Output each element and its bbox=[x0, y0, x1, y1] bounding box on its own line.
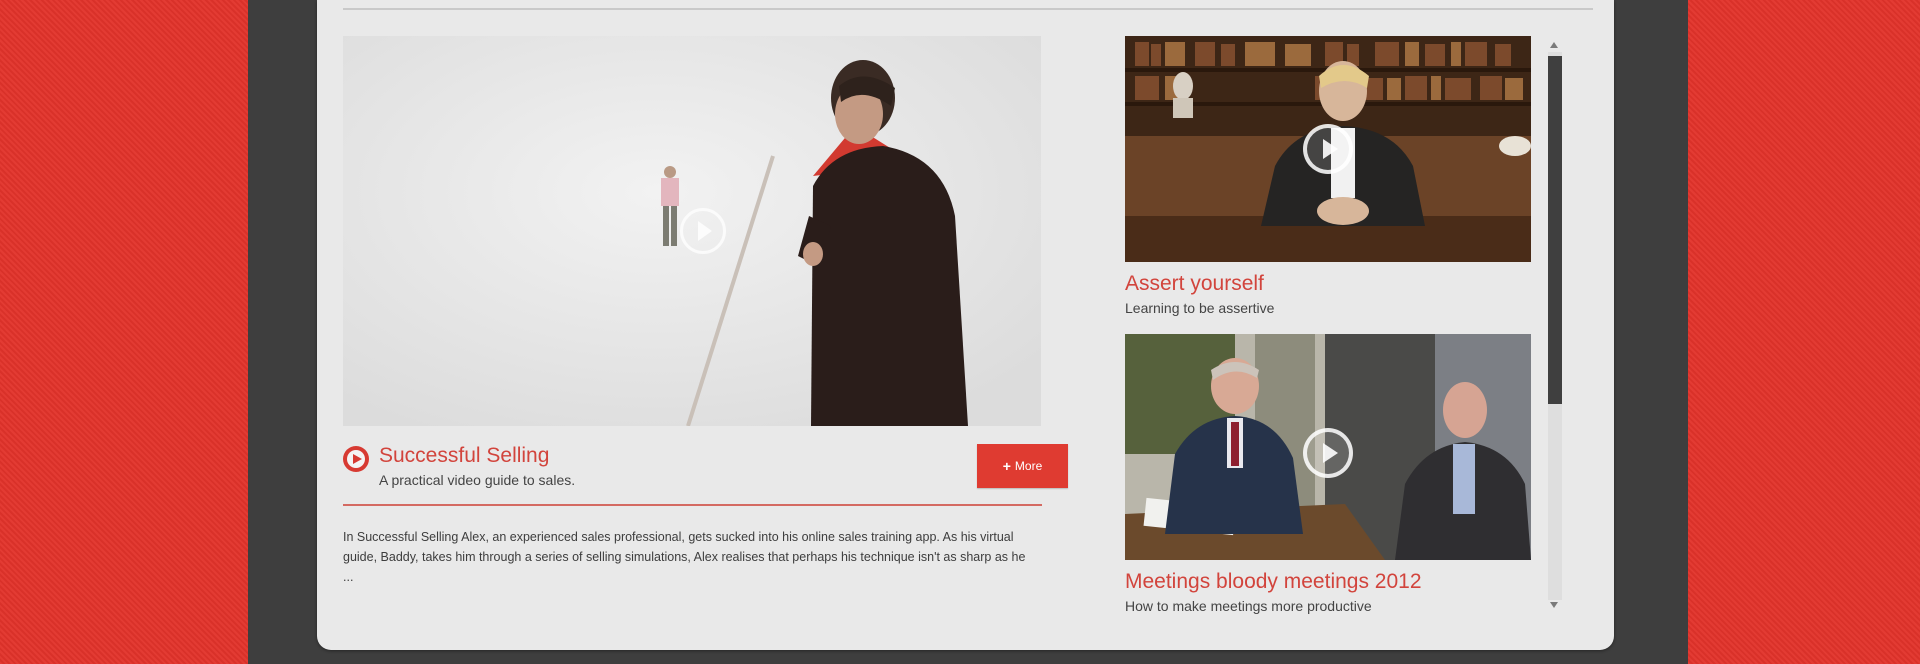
featured-video-title[interactable]: Successful Selling bbox=[379, 444, 549, 468]
featured-video-subtitle: A practical video guide to sales. bbox=[379, 472, 576, 488]
plus-icon: + bbox=[1002, 458, 1011, 474]
video-thumbnail[interactable] bbox=[1125, 334, 1531, 560]
featured-play-icon[interactable] bbox=[680, 208, 726, 254]
list-item[interactable]: Meetings bloody meetings 2012 How to mak… bbox=[1125, 334, 1531, 614]
list-item[interactable]: Assert yourself Learning to be assertive bbox=[1125, 36, 1531, 316]
featured-video-thumbnail[interactable] bbox=[343, 36, 1041, 426]
list-scrollbar[interactable] bbox=[1546, 38, 1563, 610]
video-panel: Successful Selling A practical video gui… bbox=[317, 0, 1614, 650]
scrollbar-thumb[interactable] bbox=[1548, 56, 1562, 404]
featured-video-description: In Successful Selling Alex, an experienc… bbox=[343, 530, 1026, 584]
play-circle-icon[interactable] bbox=[343, 446, 369, 472]
related-videos-list: Assert yourself Learning to be assertive bbox=[1125, 36, 1533, 616]
video-title[interactable]: Meetings bloody meetings 2012 bbox=[1125, 570, 1531, 594]
video-title[interactable]: Assert yourself bbox=[1125, 272, 1531, 296]
scroll-up-icon[interactable] bbox=[1550, 42, 1558, 48]
scroll-down-icon[interactable] bbox=[1550, 602, 1558, 608]
play-icon[interactable] bbox=[1303, 428, 1353, 478]
more-button-label: More bbox=[1014, 459, 1043, 473]
background-right bbox=[1688, 0, 1920, 664]
play-icon[interactable] bbox=[1303, 124, 1353, 174]
featured-video-meta: Successful Selling A practical video gui… bbox=[343, 444, 1068, 492]
more-button[interactable]: + More bbox=[977, 444, 1068, 488]
video-subtitle: Learning to be assertive bbox=[1125, 300, 1275, 316]
featured-divider bbox=[343, 504, 1042, 506]
background-left bbox=[0, 0, 248, 664]
video-thumbnail[interactable] bbox=[1125, 36, 1531, 262]
video-subtitle: How to make meetings more productive bbox=[1125, 598, 1372, 614]
top-divider bbox=[343, 8, 1593, 10]
